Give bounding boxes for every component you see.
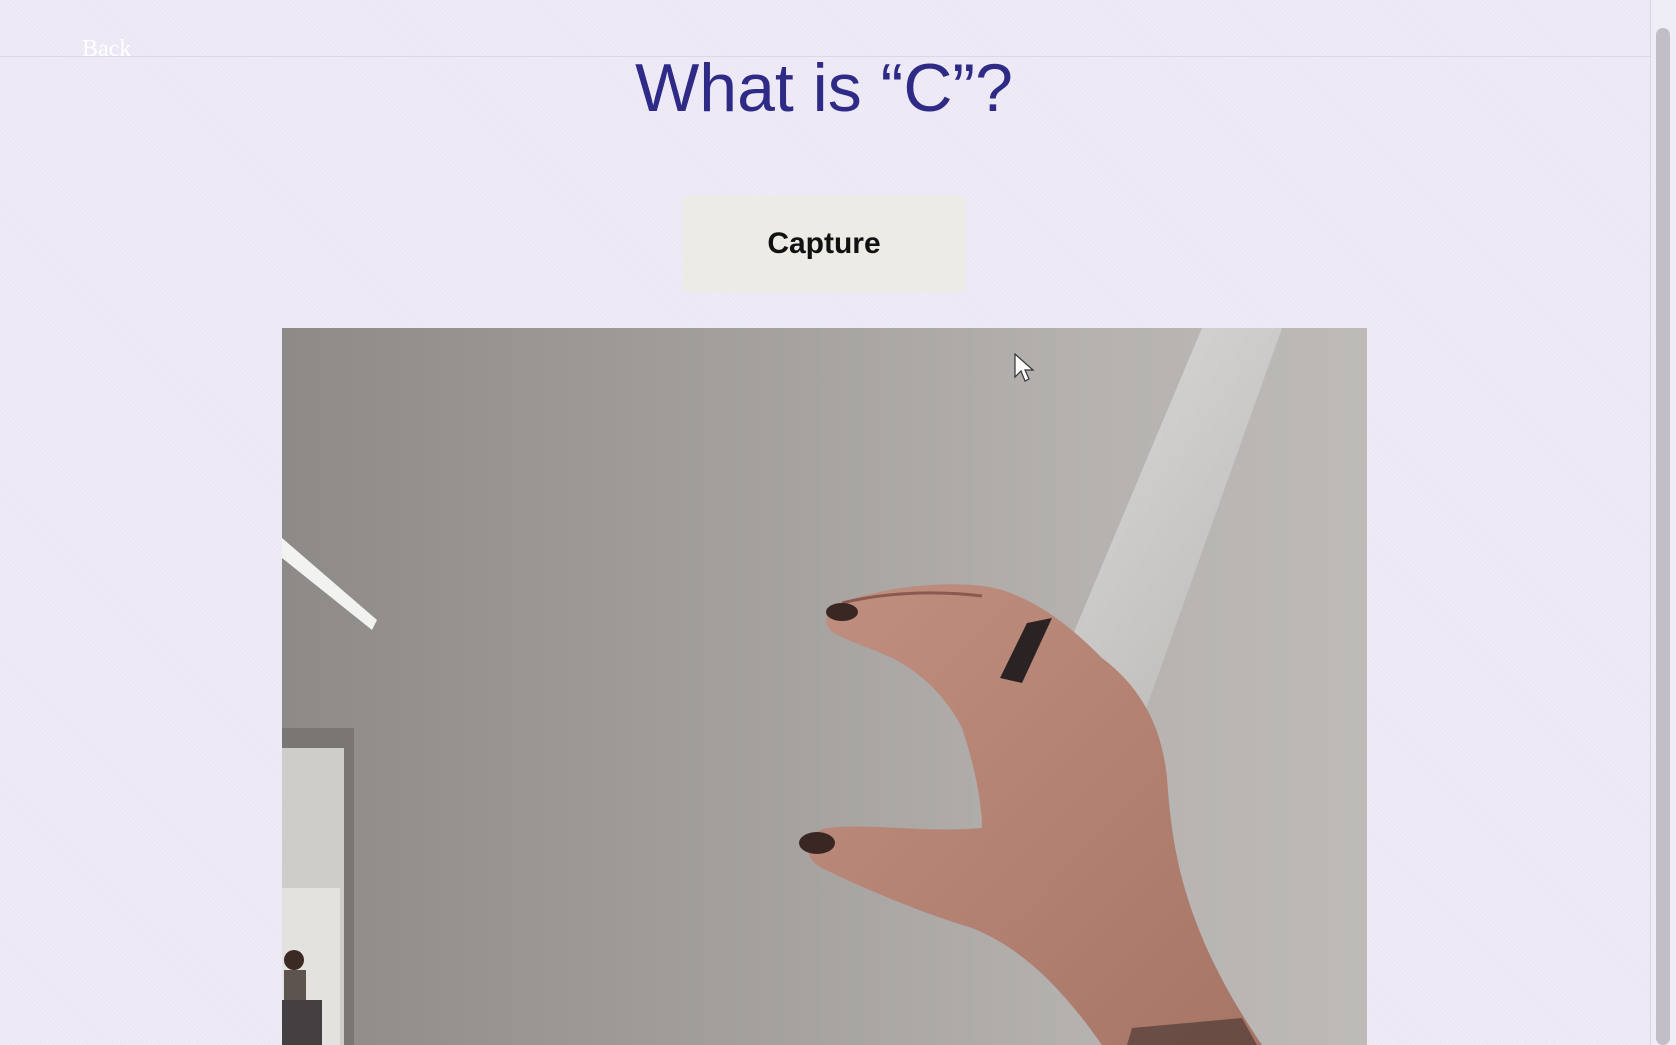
webcam-video-feed xyxy=(282,328,1367,1045)
scrollbar-thumb[interactable] xyxy=(1656,28,1670,1045)
mouse-pointer-icon xyxy=(1014,353,1035,382)
page-title: What is “C”? xyxy=(635,50,1013,126)
vertical-scrollbar[interactable] xyxy=(1650,0,1676,1045)
page: Back What is “C”? Capture xyxy=(0,0,1676,1045)
webcam-frame-image xyxy=(282,328,1367,1045)
capture-button[interactable]: Capture xyxy=(683,196,965,292)
